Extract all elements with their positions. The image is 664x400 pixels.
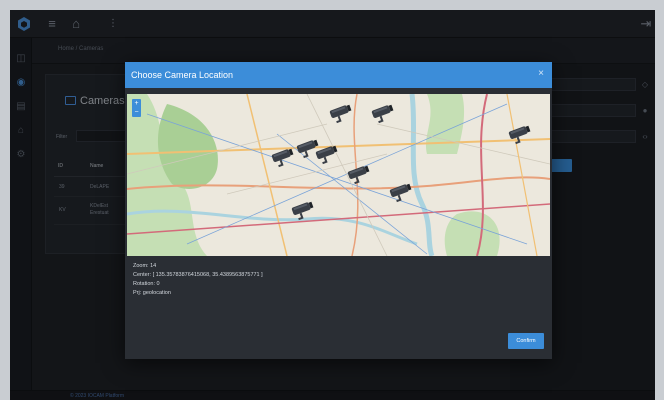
center-readout: Center: [ 135.35783876415068, 35.4389563… <box>133 272 263 278</box>
projection-readout: Prj: geolocation <box>133 290 171 296</box>
modal-title: Choose Camera Location <box>131 70 234 80</box>
camera-marker-icon[interactable] <box>328 102 355 125</box>
confirm-button[interactable]: Confirm <box>508 333 544 349</box>
camera-marker-icon[interactable] <box>370 102 397 125</box>
camera-marker-icon[interactable] <box>346 163 373 186</box>
camera-markers-layer <box>270 102 534 222</box>
camera-marker-icon[interactable] <box>290 199 317 222</box>
choose-location-modal: Choose Camera Location × + − Zoom: 14 Ce… <box>125 62 552 359</box>
camera-marker-icon[interactable] <box>270 146 297 169</box>
camera-marker-icon[interactable] <box>314 143 341 166</box>
camera-marker-icon[interactable] <box>388 181 415 204</box>
close-icon[interactable]: × <box>538 69 544 79</box>
rotation-readout: Rotation: 0 <box>133 281 160 287</box>
location-map[interactable]: + − <box>127 94 550 256</box>
zoom-readout: Zoom: 14 <box>133 263 157 269</box>
camera-marker-icon[interactable] <box>507 123 534 146</box>
map-info: Zoom: 14 Center: [ 135.35783876415068, 3… <box>133 262 263 298</box>
app-frame: ≡ ⌂ ⋮ ⇥ ◫ ◉ ▤ ⌂ ⚙ Home / Cameras Cameras… <box>10 10 655 400</box>
modal-header: Choose Camera Location × <box>125 62 552 88</box>
